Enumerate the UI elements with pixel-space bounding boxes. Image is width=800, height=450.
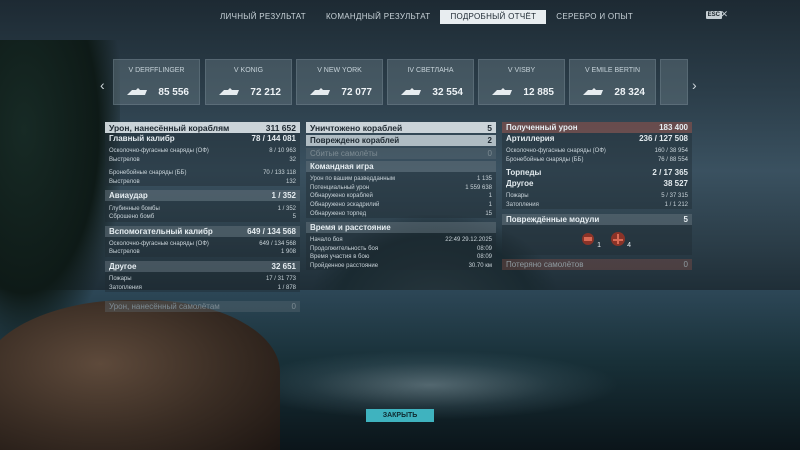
ship-name: V KONIG bbox=[233, 67, 264, 74]
shots-row: Выстрелов 1 908 bbox=[109, 249, 296, 256]
damage-received-panel: Полученный урон 183 400 Артиллерия 236 / 1… bbox=[502, 122, 692, 271]
ship-name: V EMILE BERTIN bbox=[584, 67, 641, 74]
ship-card[interactable]: V NEW YORK 72 077 bbox=[296, 59, 383, 105]
secondary-header: Вспомогательный калибр 649 / 134 568 bbox=[105, 225, 300, 237]
participation-time-row: Время участия в бою 08:09 bbox=[310, 254, 492, 261]
fires-row: Пожары 5 / 37 315 bbox=[506, 193, 688, 200]
ship-card[interactable]: V EMILE BERTIN 28 324 bbox=[569, 59, 656, 105]
spotted-squadrons-row: Обнаружено эскадрилий 1 bbox=[310, 202, 492, 209]
close-button[interactable]: ЗАКРЫТЬ bbox=[366, 409, 434, 422]
floods-row: Затопления 1 / 1 212 bbox=[506, 202, 688, 209]
tab-personal-result[interactable]: ЛИЧНЫЙ РЕЗУЛЬТАТ bbox=[210, 10, 316, 24]
ship-name: V VISBY bbox=[507, 67, 536, 74]
damage-dealt-header: Урон, нанесённый кораблям 311 652 bbox=[105, 122, 300, 133]
ap-shells-row: Бронебойные снаряды (ББ) 76 / 88 554 bbox=[506, 156, 688, 163]
planes-shot-down-row: Сбитые самолёты 0 bbox=[306, 148, 496, 159]
coastal-rock bbox=[0, 300, 280, 450]
module-icons: 1 4 bbox=[502, 225, 692, 256]
ship-silhouette-icon bbox=[583, 88, 603, 95]
ap-shells-row: Бронебойные снаряды (ББ) 70 / 133 118 bbox=[109, 170, 296, 177]
turret-module-icon: 4 bbox=[610, 231, 631, 249]
other-damage-header: Другое 32 651 bbox=[105, 260, 300, 272]
he-shells-row: Осколочно-фугасные снаряды (ОФ) 160 / 38 … bbox=[506, 148, 688, 155]
ship-damage: 85 556 bbox=[158, 87, 189, 98]
shots-row: Выстрелов 132 bbox=[109, 179, 296, 186]
close-icon[interactable]: ✕ bbox=[720, 9, 728, 20]
plane-damage-header: Урон, нанесённый самолётам 0 bbox=[105, 300, 300, 312]
torpedoes-row: Торпеды 2 / 17 365 bbox=[506, 168, 688, 178]
spotted-torpedoes-row: Обнаружено торпед 15 bbox=[310, 210, 492, 217]
potential-damage-row: Потенциальный урон 1 559 638 bbox=[310, 184, 492, 191]
ship-card[interactable]: V DERFFLINGER 85 556 bbox=[113, 59, 200, 105]
shots-row: Выстрелов 32 bbox=[109, 156, 296, 163]
ship-damage: 28 324 bbox=[614, 87, 645, 98]
distance-row: Пройденное расстояние 30.70 км bbox=[310, 263, 492, 270]
ship-silhouette-icon bbox=[310, 88, 330, 95]
ship-damage: 72 077 bbox=[341, 87, 372, 98]
battle-duration-row: Продолжительность боя 08:09 bbox=[310, 245, 492, 252]
ship-card[interactable]: V VISBY 12 885 bbox=[478, 59, 565, 105]
bombs-dropped-row: Сброшено бомб 5 bbox=[109, 214, 296, 221]
ship-silhouette-icon bbox=[127, 88, 147, 95]
top-tabs: ЛИЧНЫЙ РЕЗУЛЬТАТ КОМАНДНЫЙ РЕЗУЛЬТАТ ПОД… bbox=[210, 10, 643, 24]
engine-module-icon: 1 bbox=[580, 231, 601, 249]
ship-silhouette-icon bbox=[492, 88, 512, 95]
damage-dealt-panel: Урон, нанесённый кораблям 311 652 Главный… bbox=[105, 122, 300, 312]
artillery-row: Артиллерия 236 / 127 508 bbox=[506, 134, 688, 143]
ship-silhouette-icon bbox=[219, 88, 239, 95]
ship-name: V NEW YORK bbox=[317, 67, 362, 74]
ship-name: IV СВЕТЛАНА bbox=[407, 67, 454, 74]
airstrike-header: Авиаудар 1 / 352 bbox=[105, 190, 300, 202]
ship-silhouette-icon bbox=[401, 88, 421, 95]
fires-row: Пожары 17 / 31 773 bbox=[109, 276, 296, 283]
damage-received-header: Полученный урон 183 400 bbox=[502, 122, 692, 133]
damaged-modules-header: Повреждённые модули 5 bbox=[502, 214, 692, 226]
tab-detailed-report[interactable]: ПОДРОБНЫЙ ОТЧЁТ bbox=[440, 10, 547, 24]
teamplay-header: Командная игра bbox=[306, 161, 496, 172]
ship-damage: 72 212 bbox=[250, 87, 281, 98]
he-shells-row: Осколочно-фугасные снаряды (ОФ) 8 / 10 96… bbox=[109, 148, 296, 155]
floods-row: Затопления 1 / 878 bbox=[109, 284, 296, 291]
tab-team-result[interactable]: КОМАНДНЫЙ РЕЗУЛЬТАТ bbox=[316, 10, 441, 24]
time-distance-header: Время и расстояние bbox=[306, 221, 496, 233]
ships-damaged-row: Повреждено кораблей 2 bbox=[306, 135, 496, 146]
combat-summary-panel: Уничтожено кораблей 5 Повреждено кораблей… bbox=[306, 122, 496, 271]
ship-damage: 32 554 bbox=[432, 87, 463, 98]
ship-card[interactable]: V KONIG 72 212 bbox=[205, 59, 292, 105]
ship-card[interactable]: IV СВЕТЛАНА 32 554 bbox=[387, 59, 474, 105]
carousel-left-arrow-icon[interactable]: ‹ bbox=[100, 77, 105, 93]
he-shells-row: Осколочно-фугасные снаряды (ОФ) 649 / 134… bbox=[109, 240, 296, 247]
other-received-row: Другое 38 527 bbox=[506, 179, 688, 189]
tab-credits-xp[interactable]: СЕРЕБРО И ОПЫТ bbox=[546, 10, 643, 24]
battle-start-row: Начало боя 22:49 29.12.2025 bbox=[310, 237, 492, 244]
ships-destroyed-row: Уничтожено кораблей 5 bbox=[306, 122, 496, 133]
ship-damage: 12 885 bbox=[523, 87, 554, 98]
spotted-ships-row: Обнаружено кораблей 1 bbox=[310, 193, 492, 200]
ship-name: V DERFFLINGER bbox=[128, 67, 185, 74]
planes-lost-row: Потеряно самолётов 0 bbox=[502, 259, 692, 271]
ship-card-partial[interactable] bbox=[660, 59, 688, 105]
carousel-right-arrow-icon[interactable]: › bbox=[692, 77, 697, 93]
sea bbox=[0, 290, 800, 450]
depth-charges-row: Глубинные бомбы 1 / 352 bbox=[109, 205, 296, 212]
main-caliber-row: Главный калибр 78 / 144 081 bbox=[109, 134, 296, 143]
spotting-damage-row: Урон по вашим разведданным 1 135 bbox=[310, 176, 492, 183]
